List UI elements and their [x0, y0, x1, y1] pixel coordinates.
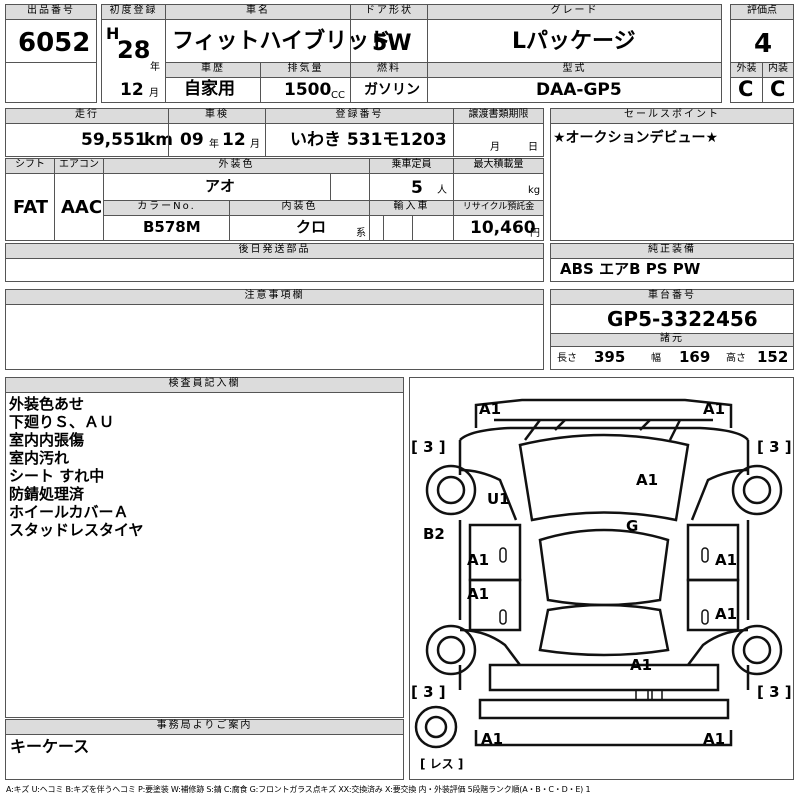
damage-right-rear-door: A1: [715, 605, 738, 623]
car-diagram: [414, 398, 783, 749]
damage-left-rear-door: A1: [467, 585, 490, 603]
tread-front-left: [ 3 ]: [411, 438, 446, 456]
damage-left-fender: U1: [487, 490, 510, 508]
tread-rear-right: [ 3 ]: [757, 683, 792, 701]
damage-front-right: A1: [703, 400, 726, 418]
legend: A:キズ U:ヘコミ B:キズを伴うヘコミ P:要塗装 W:補修跡 S:錆 C:…: [6, 785, 591, 794]
damage-left-side: B2: [423, 525, 445, 543]
damage-rear-panel: A1: [630, 656, 653, 674]
damage-right-front-door: A1: [715, 551, 738, 569]
tread-front-right: [ 3 ]: [757, 438, 792, 456]
spare-tire-note: [ レス ]: [420, 757, 464, 771]
damage-rear-bumper-right: A1: [703, 730, 726, 748]
damage-hood: A1: [636, 471, 659, 489]
damage-front-left: A1: [479, 400, 502, 418]
damage-windshield: G: [626, 517, 639, 535]
tread-rear-left: [ 3 ]: [411, 683, 446, 701]
damage-rear-bumper-left: A1: [481, 730, 504, 748]
damage-left-front-door: A1: [467, 551, 490, 569]
